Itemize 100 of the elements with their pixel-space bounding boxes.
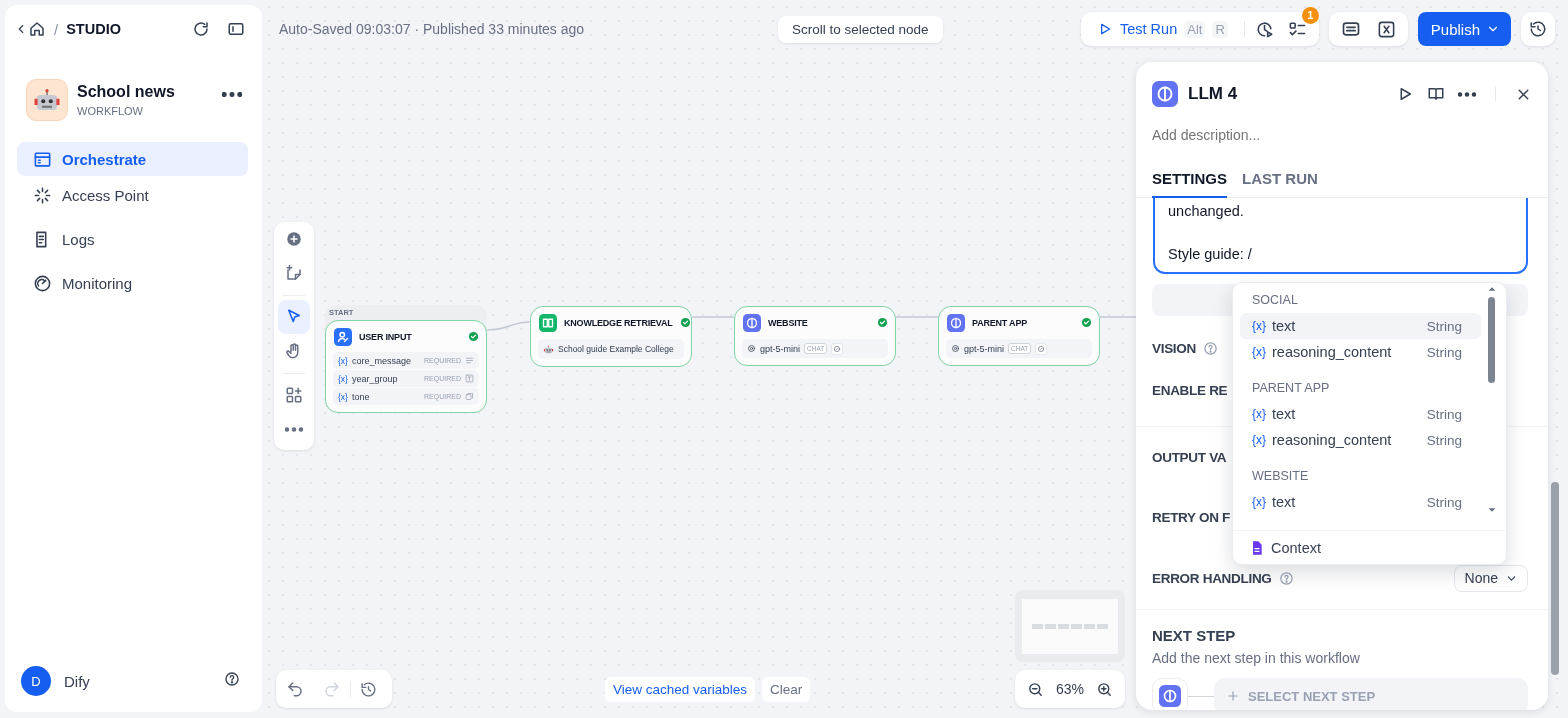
refresh-icon[interactable]: [192, 20, 210, 38]
model-icon: [951, 344, 960, 353]
type-label: String: [1426, 494, 1462, 510]
app-type: WORKFLOW: [77, 105, 144, 117]
section-hint: Add the next step in this workflow: [1152, 650, 1361, 666]
variable-name: core_message: [351, 355, 411, 366]
env-icon[interactable]: [1340, 19, 1361, 39]
dataset-chip: School guide Example College: [538, 339, 684, 359]
brain-icon: [743, 314, 761, 332]
scrollbar-thumb[interactable]: [1488, 297, 1495, 383]
clock-play-icon[interactable]: [1254, 19, 1274, 39]
type-label: String: [1426, 406, 1462, 422]
add-icon: [285, 230, 303, 248]
node-title: PARENT APP: [972, 318, 1027, 328]
success-check-icon: [1081, 317, 1092, 328]
brain-icon: [1152, 81, 1178, 107]
setting-label: ENABLE RE: [1152, 382, 1228, 398]
nav-item[interactable]: Logs: [17, 222, 248, 256]
setting-label: VISION: [1152, 340, 1196, 356]
book-icon[interactable]: [1427, 85, 1445, 103]
variable-icon[interactable]: [1376, 19, 1396, 39]
variable-icon: {x}: [1252, 433, 1266, 447]
workflow-node[interactable]: KNOWLEDGE RETRIEVAL School guide Example College: [530, 306, 692, 367]
section-title: NEXT STEP: [1152, 627, 1237, 644]
node-title: WEBSITE: [768, 318, 808, 328]
publish-button[interactable]: Publish: [1417, 12, 1511, 46]
zoom-in-icon[interactable]: [1096, 680, 1113, 698]
model-settings-icon: [1037, 344, 1046, 353]
edge-line: [691, 316, 735, 318]
context-option[interactable]: Context: [1233, 530, 1506, 564]
sidebar-toggle-icon[interactable]: [227, 20, 245, 38]
nav-item[interactable]: Orchestrate: [17, 142, 248, 176]
save-status: Auto-Saved 09:03:07 · Published 33 minutes ago: [279, 21, 585, 37]
robot-icon: [543, 343, 554, 355]
variable-icon: {x}: [338, 391, 348, 402]
group-heading: PARENT APP: [1251, 380, 1330, 397]
user-name: Dify: [64, 672, 90, 690]
zoom-out-icon[interactable]: [1027, 680, 1044, 698]
layout-icon: [285, 386, 303, 404]
success-check-icon: [679, 317, 691, 328]
model-icon: [747, 344, 756, 353]
setting-label: RETRY ON F: [1152, 509, 1230, 525]
shortcut-key: Alt: [1184, 20, 1206, 38]
canvas-tool[interactable]: [278, 300, 310, 334]
window-icon: [33, 149, 52, 169]
more-icon: [285, 426, 303, 432]
paragraph-icon: [465, 356, 474, 365]
variable-icon: {x}: [338, 373, 348, 384]
edge-line: [486, 321, 531, 331]
help-icon[interactable]: [224, 671, 240, 687]
clear-button[interactable]: Clear: [762, 677, 811, 702]
variable-icon: {x}: [1252, 495, 1266, 509]
variable-option[interactable]: {x} text String: [1240, 401, 1481, 427]
more-icon[interactable]: [1458, 91, 1476, 97]
type-label: String: [1426, 432, 1462, 448]
success-check-icon: [877, 317, 888, 328]
panel-tab[interactable]: LAST RUN: [1242, 170, 1318, 198]
history-icon[interactable]: [360, 680, 377, 698]
history-icon[interactable]: [1529, 20, 1547, 38]
nav-item[interactable]: Access Point: [17, 178, 248, 212]
variable-name: tone: [351, 391, 370, 402]
breadcrumb-title[interactable]: STUDIO: [66, 21, 121, 37]
type-label: String: [1426, 318, 1462, 334]
plus-icon: [1226, 689, 1240, 703]
prompt-field[interactable]: unchanged. Style guide: /: [1153, 198, 1528, 274]
zoom-level[interactable]: 63%: [1056, 681, 1084, 697]
scroll-to-node-button[interactable]: Scroll to selected node: [778, 16, 943, 43]
more-icon[interactable]: [222, 92, 242, 97]
variable-option[interactable]: {x} reasoning_content String: [1240, 427, 1481, 453]
panel-tab[interactable]: SETTINGS: [1152, 170, 1227, 198]
burst-icon: [33, 185, 52, 205]
view-cached-variables-link[interactable]: View cached variables: [605, 677, 756, 702]
brain-icon: [1159, 685, 1181, 707]
variable-icon: {x}: [338, 355, 348, 366]
variable-icon: {x}: [1252, 345, 1266, 359]
nav-item[interactable]: Monitoring: [17, 266, 248, 300]
scrollbar-thumb[interactable]: [1551, 482, 1559, 675]
book-icon: [539, 314, 557, 332]
type-label: String: [1426, 344, 1462, 360]
undo-icon[interactable]: [286, 680, 304, 698]
variable-option[interactable]: {x} text String: [1240, 489, 1481, 515]
success-check-icon: [468, 331, 479, 342]
node-title: USER INPUT: [359, 332, 412, 342]
edge-line: [895, 316, 939, 318]
group-heading: SOCIAL: [1251, 292, 1298, 309]
node-title: KNOWLEDGE RETRIEVAL: [564, 318, 673, 328]
person-icon: [334, 328, 352, 346]
user-avatar[interactable]: D: [21, 666, 51, 696]
brain-icon: [947, 314, 965, 332]
note-add-icon: [285, 264, 303, 282]
variable-option[interactable]: {x} reasoning_content String: [1240, 339, 1481, 365]
app-name: School news: [77, 83, 175, 101]
variable-option[interactable]: {x} text String: [1240, 313, 1481, 339]
connector-line: [1188, 695, 1214, 697]
home-icon[interactable]: [28, 20, 46, 38]
setting-label: ERROR HANDLING: [1152, 570, 1272, 586]
group-heading: WEBSITE: [1251, 468, 1309, 485]
edge-line: [1099, 316, 1137, 318]
variable-icon: {x}: [1252, 319, 1266, 333]
variable-icon: {x}: [1252, 407, 1266, 421]
